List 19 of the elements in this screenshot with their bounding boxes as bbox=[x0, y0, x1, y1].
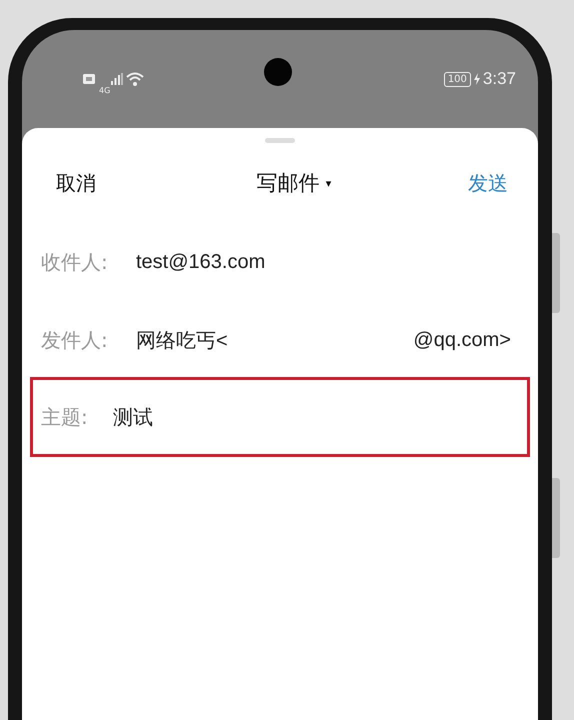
wifi-icon bbox=[126, 72, 144, 86]
recipient-value[interactable]: test@163.com bbox=[136, 250, 266, 274]
compose-title-dropdown[interactable]: 写邮件 ▾ bbox=[256, 169, 332, 197]
field-label: 发件人: bbox=[41, 326, 109, 354]
camera-icon bbox=[264, 58, 292, 86]
nfc-icon bbox=[82, 73, 96, 85]
signal-icon bbox=[111, 73, 124, 85]
cancel-button[interactable]: 取消 bbox=[56, 170, 96, 196]
send-button[interactable]: 发送 bbox=[468, 170, 508, 196]
charging-icon bbox=[474, 73, 480, 85]
network-type: 4G bbox=[99, 86, 110, 94]
sender-name[interactable]: 网络吃丐< bbox=[136, 326, 228, 354]
field-label: 收件人: bbox=[41, 248, 109, 276]
subject-value[interactable]: 测试 bbox=[113, 404, 153, 430]
drag-handle[interactable] bbox=[265, 138, 295, 143]
status-time: 3:37 bbox=[482, 69, 516, 89]
field-label: 主题: bbox=[41, 404, 89, 430]
sender-domain[interactable]: @qq.com> bbox=[413, 328, 511, 352]
battery-indicator: 100 bbox=[444, 72, 471, 86]
